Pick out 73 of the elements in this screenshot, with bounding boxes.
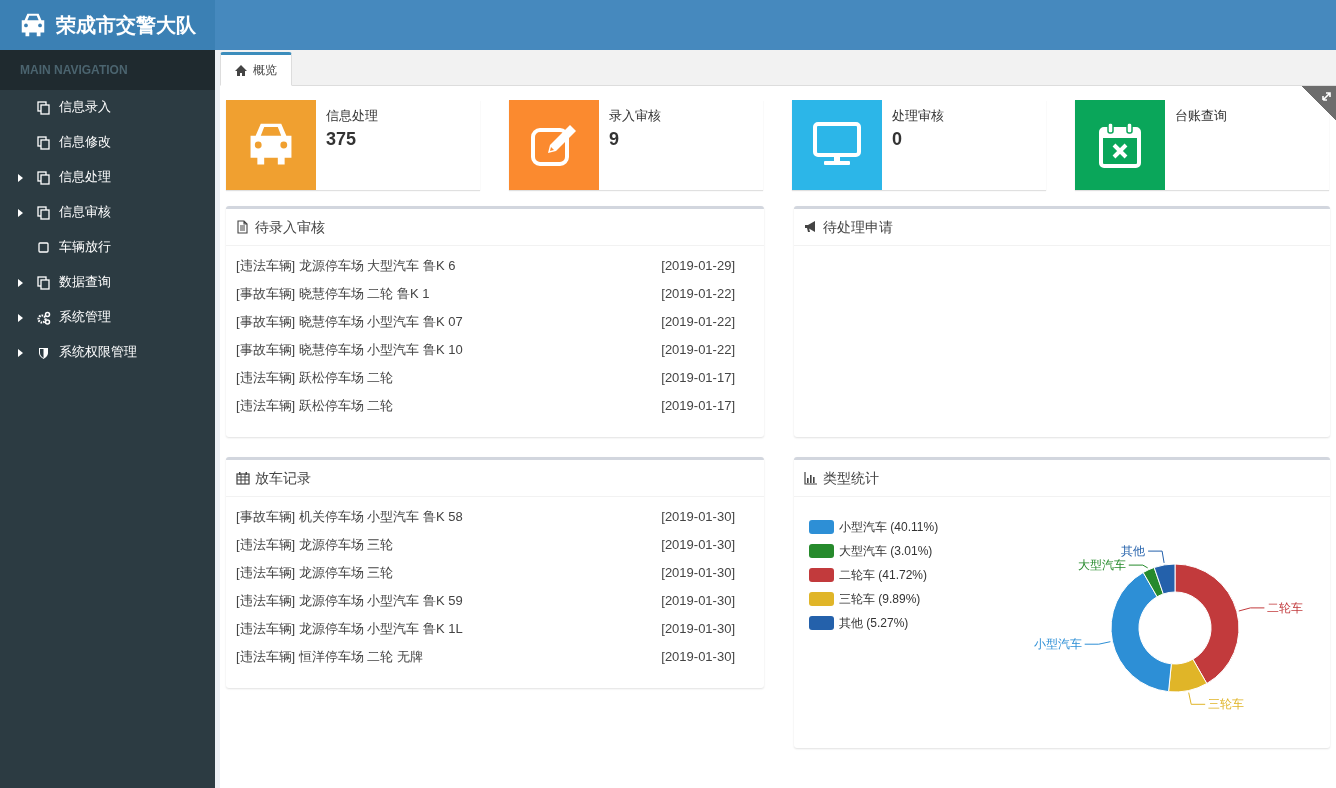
pages-icon [37, 135, 51, 150]
slice-label: 其他 [1121, 544, 1146, 559]
square-icon [37, 240, 51, 255]
record-text: [违法车辆] 龙源停车场 三轮 [236, 536, 394, 555]
record-text: [违法车辆] 龙源停车场 三轮 [236, 564, 394, 583]
record-date: [2019-01-29] [661, 257, 735, 276]
record-date: [2019-01-30] [661, 508, 735, 527]
stat-label: 录入审核 [609, 107, 661, 125]
record-text: [违法车辆] 龙源停车场 小型汽车 鲁K 1L [236, 620, 463, 639]
sidebar-item[interactable]: 车辆放行 [0, 230, 215, 265]
sidebar-item[interactable]: 信息录入 [0, 90, 215, 125]
record-date: [2019-01-30] [661, 648, 735, 667]
record-date: [2019-01-22] [661, 313, 735, 332]
sidebar-item[interactable]: 信息审核 [0, 195, 215, 230]
megaphone-icon [804, 220, 818, 234]
shield-icon [37, 345, 51, 360]
stat-label: 处理审核 [892, 107, 944, 125]
tab[interactable]: 概览 [220, 52, 292, 86]
panel-title: 类型统计 [823, 468, 879, 488]
record-date: [2019-01-22] [661, 285, 735, 304]
legend-label: 三轮车 (9.89%) [839, 591, 921, 608]
pages-icon [37, 170, 51, 185]
legend-label: 小型汽车 (40.11%) [839, 519, 939, 536]
record-text: [违法车辆] 龙源停车场 大型汽车 鲁K 6 [236, 257, 456, 276]
record-date: [2019-01-22] [661, 341, 735, 360]
record-date: [2019-01-30] [661, 620, 735, 639]
legend-label: 其他 (5.27%) [839, 615, 909, 632]
sidebar-item[interactable]: 信息修改 [0, 125, 215, 160]
bar-chart-icon [804, 471, 818, 485]
gears-icon [37, 310, 51, 325]
record-text: [违法车辆] 跃松停车场 二轮 [236, 369, 394, 388]
record-text: [事故车辆] 晓慧停车场 二轮 鲁K 1 [236, 285, 430, 304]
record-date: [2019-01-30] [661, 564, 735, 583]
calendar-x-icon [1098, 121, 1142, 169]
sidebar-item[interactable]: 系统权限管理 [0, 335, 215, 370]
slice-label: 大型汽车 [1077, 558, 1126, 573]
legend-label: 二轮车 (41.72%) [839, 567, 928, 584]
record-text: [事故车辆] 晓慧停车场 小型汽车 鲁K 07 [236, 313, 463, 332]
record-date: [2019-01-17] [661, 397, 735, 416]
sidebar-item[interactable]: 系统管理 [0, 300, 215, 335]
leader-line [1084, 641, 1112, 645]
slice-label: 小型汽车 [1033, 637, 1082, 652]
sidebar-item[interactable]: 信息处理 [0, 160, 215, 195]
slice-label: 二轮车 [1267, 600, 1304, 615]
legend-label: 大型汽车 (3.01%) [839, 543, 933, 560]
record-text: [违法车辆] 恒洋停车场 二轮 无牌 [236, 648, 424, 667]
record-text: [事故车辆] 晓慧停车场 小型汽车 鲁K 10 [236, 341, 463, 360]
panel-title: 待录入审核 [255, 217, 325, 237]
nav-heading: MAIN NAVIGATION [0, 50, 215, 90]
document-icon [236, 220, 250, 234]
record-text: [事故车辆] 机关停车场 小型汽车 鲁K 58 [236, 508, 463, 527]
sidebar-item[interactable]: 数据查询 [0, 265, 215, 300]
home-icon [235, 64, 247, 76]
pages-icon [37, 205, 51, 220]
stat-value: 375 [326, 127, 358, 151]
pages-icon [37, 100, 51, 115]
panel-title: 待处理申请 [823, 217, 893, 237]
stat-value: 0 [892, 127, 903, 151]
record-date: [2019-01-30] [661, 536, 735, 555]
pages-icon [37, 275, 51, 290]
record-text: [违法车辆] 跃松停车场 二轮 [236, 397, 394, 416]
record-text: [违法车辆] 龙源停车场 小型汽车 鲁K 59 [236, 592, 463, 611]
record-date: [2019-01-30] [661, 592, 735, 611]
app-title-text: 荣成市交警大队 [56, 13, 196, 38]
leader-line [1188, 692, 1206, 705]
leader-line [1238, 607, 1266, 612]
record-date: [2019-01-17] [661, 369, 735, 388]
panel-title: 放车记录 [255, 468, 311, 488]
stat-value: 9 [609, 127, 620, 151]
slice-label: 三轮车 [1208, 697, 1245, 712]
calendar-icon [236, 471, 250, 485]
stat-label: 信息处理 [326, 107, 378, 125]
stat-label: 台账查询 [1175, 107, 1227, 125]
